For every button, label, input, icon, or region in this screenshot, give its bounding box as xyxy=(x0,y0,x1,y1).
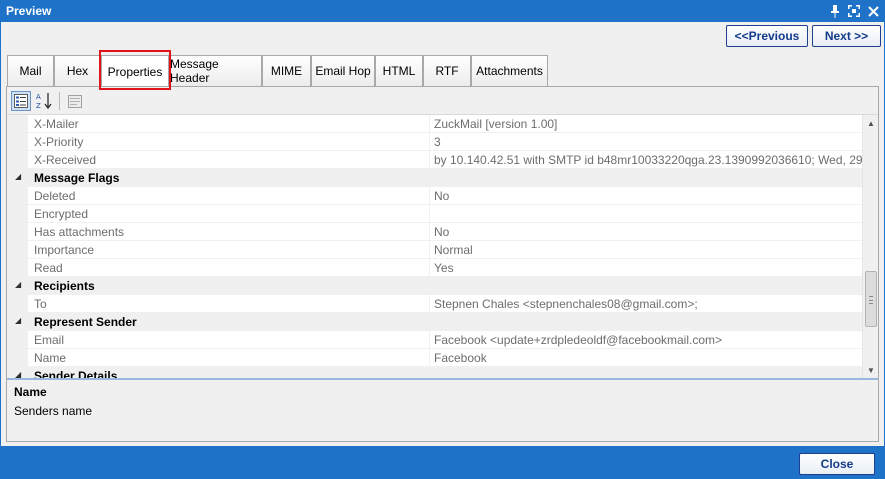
property-name: Encrypted xyxy=(28,205,429,223)
property-value[interactable]: by 10.140.42.51 with SMTP id b48mr100332… xyxy=(429,151,862,169)
tab-html[interactable]: HTML xyxy=(375,55,423,86)
title-bar-controls xyxy=(828,3,880,19)
pin-icon[interactable] xyxy=(828,3,842,19)
tab-mime[interactable]: MIME xyxy=(262,55,311,86)
tab-message-header[interactable]: Message Header xyxy=(169,55,262,86)
property-value[interactable]: Stepnen Chales <stepnenchales08@gmail.co… xyxy=(429,295,862,313)
scroll-down-icon[interactable]: ▼ xyxy=(863,362,879,378)
svg-text:A: A xyxy=(36,93,41,101)
grid-row-x-received[interactable]: X-Received by 10.140.42.51 with SMTP id … xyxy=(7,151,862,169)
category-recipients[interactable]: ◢ Recipients xyxy=(7,277,862,295)
collapse-triangle-icon[interactable]: ◢ xyxy=(15,280,21,289)
title-bar: Preview xyxy=(1,1,884,22)
collapse-triangle-icon[interactable]: ◢ xyxy=(15,316,21,325)
property-grid: X-Mailer ZuckMail [version 1.00] X-Prior… xyxy=(7,115,862,378)
tab-attachments[interactable]: Attachments xyxy=(471,55,548,86)
tab-hex[interactable]: Hex xyxy=(54,55,101,86)
category-label: Recipients xyxy=(34,279,95,293)
vertical-scrollbar[interactable]: ▲ ▼ xyxy=(862,115,878,378)
property-grid-toolbar: AZ xyxy=(7,87,878,115)
grip-icon xyxy=(869,296,873,304)
grid-row-deleted[interactable]: Deleted No xyxy=(7,187,862,205)
collapse-triangle-icon[interactable]: ◢ xyxy=(15,370,21,378)
collapse-triangle-icon[interactable]: ◢ xyxy=(15,172,21,181)
expand-icon[interactable] xyxy=(847,3,861,19)
property-value[interactable]: Facebook xyxy=(429,349,862,367)
property-value[interactable]: Facebook <update+zrdpledeoldf@facebookma… xyxy=(429,331,862,349)
tab-properties[interactable]: Properties xyxy=(101,55,169,87)
property-name: X-Mailer xyxy=(28,115,429,133)
grid-row-to[interactable]: To Stepnen Chales <stepnenchales08@gmail… xyxy=(7,295,862,313)
scroll-up-icon[interactable]: ▲ xyxy=(863,115,879,131)
property-pages-icon[interactable] xyxy=(65,91,85,111)
categorized-icon[interactable] xyxy=(11,91,31,111)
category-label: Message Flags xyxy=(34,171,120,185)
property-name: Read xyxy=(28,259,429,277)
category-label: Represent Sender xyxy=(34,315,137,329)
description-text: Senders name xyxy=(14,404,93,418)
grid-row-x-mailer[interactable]: X-Mailer ZuckMail [version 1.00] xyxy=(7,115,862,133)
property-value[interactable]: Normal xyxy=(429,241,862,259)
category-label: Sender Details xyxy=(34,369,118,378)
window-title: Preview xyxy=(6,4,52,18)
property-name: Has attachments xyxy=(28,223,429,241)
property-value[interactable]: No xyxy=(429,187,862,205)
property-name: Email xyxy=(28,331,429,349)
tab-rtf[interactable]: RTF xyxy=(423,55,471,86)
property-value[interactable]: ZuckMail [version 1.00] xyxy=(429,115,862,133)
description-pane: Name Senders name xyxy=(7,378,878,441)
category-represent-sender[interactable]: ◢ Represent Sender xyxy=(7,313,862,331)
property-name: Name xyxy=(28,349,429,367)
preview-window: Preview <<Previous Next >> Mail Hex Prop… xyxy=(0,0,885,479)
property-name: Importance xyxy=(28,241,429,259)
svg-text:Z: Z xyxy=(36,102,41,110)
grid-row-importance[interactable]: Importance Normal xyxy=(7,241,862,259)
footer-bar: Close xyxy=(1,446,884,478)
tab-mail[interactable]: Mail xyxy=(7,55,54,86)
property-name: Deleted xyxy=(28,187,429,205)
property-value[interactable]: Yes xyxy=(429,259,862,277)
tab-email-hop[interactable]: Email Hop xyxy=(311,55,375,86)
property-value[interactable] xyxy=(429,205,862,223)
close-button[interactable]: Close xyxy=(799,453,875,475)
category-sender-details[interactable]: ◢ Sender Details xyxy=(7,367,862,378)
next-button[interactable]: Next >> xyxy=(812,25,881,47)
property-name: To xyxy=(28,295,429,313)
description-title: Name xyxy=(14,385,47,399)
grid-row-email[interactable]: Email Facebook <update+zrdpledeoldf@face… xyxy=(7,331,862,349)
previous-button[interactable]: <<Previous xyxy=(726,25,808,47)
category-message-flags[interactable]: ◢ Message Flags xyxy=(7,169,862,187)
grid-row-encrypted[interactable]: Encrypted xyxy=(7,205,862,223)
grid-row-name[interactable]: Name Facebook xyxy=(7,349,862,367)
property-value[interactable]: No xyxy=(429,223,862,241)
property-name: X-Priority xyxy=(28,133,429,151)
close-icon[interactable] xyxy=(866,3,880,19)
property-name: X-Received xyxy=(28,151,429,169)
properties-panel: AZ X-Mailer ZuckMail [version 1.00] X-Pr… xyxy=(6,86,879,442)
grid-row-read[interactable]: Read Yes xyxy=(7,259,862,277)
property-value[interactable]: 3 xyxy=(429,133,862,151)
grid-row-has-attachments[interactable]: Has attachments No xyxy=(7,223,862,241)
grid-row-x-priority[interactable]: X-Priority 3 xyxy=(7,133,862,151)
scroll-thumb[interactable] xyxy=(865,271,877,327)
toolbar-separator xyxy=(59,92,60,110)
alphabetical-sort-icon[interactable]: AZ xyxy=(34,91,54,111)
